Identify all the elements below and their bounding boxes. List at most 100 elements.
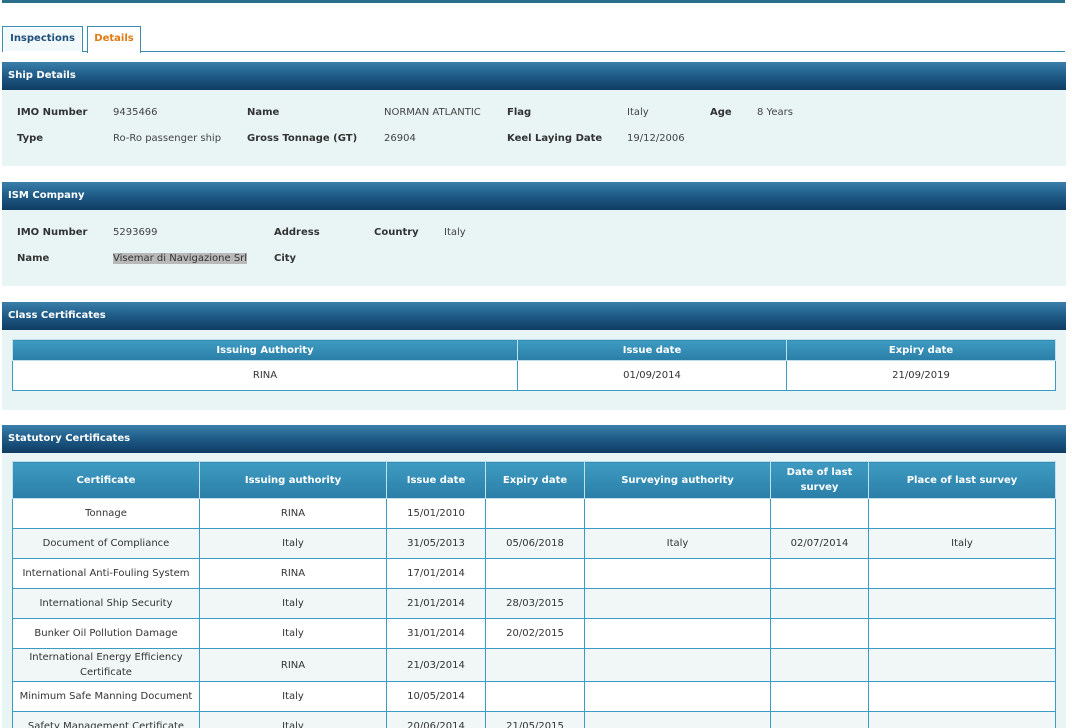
table-cell xyxy=(584,681,771,712)
table-cell xyxy=(584,588,771,619)
table-cell xyxy=(584,648,771,682)
table-cell xyxy=(868,648,1056,682)
table-row: Tonnage RINA 15/01/2010 xyxy=(12,498,1056,529)
ship-gt-value: 26904 xyxy=(384,133,416,144)
table-cell xyxy=(770,618,869,649)
table-cell: RINA xyxy=(12,360,518,391)
table-cell: 02/07/2014 xyxy=(770,528,869,559)
table-cell: Minimum Safe Manning Document xyxy=(12,681,200,712)
table-cell: 21/03/2014 xyxy=(386,648,486,682)
table-cell: 21/09/2019 xyxy=(786,360,1056,391)
table-cell xyxy=(868,711,1056,728)
table-cell: International Ship Security xyxy=(12,588,200,619)
table-cell: 01/09/2014 xyxy=(517,360,787,391)
column-header: Issue date xyxy=(517,339,787,361)
ship-imo-label: IMO Number xyxy=(17,107,88,118)
tab-inspections[interactable]: Inspections xyxy=(2,26,83,52)
table-cell xyxy=(868,618,1056,649)
class-certificates-header: Class Certificates xyxy=(2,302,1066,330)
table-cell xyxy=(770,558,869,589)
table-cell: Italy xyxy=(868,528,1056,559)
ship-keel-label: Keel Laying Date xyxy=(507,133,603,144)
table-cell xyxy=(770,711,869,728)
ism-name-value[interactable]: Visemar di Navigazione Srl xyxy=(113,253,248,264)
table-cell: Italy xyxy=(199,528,387,559)
ship-age-value: 8 Years xyxy=(757,107,793,118)
column-header: Date of last survey xyxy=(770,461,869,499)
ship-type-label: Type xyxy=(17,133,44,144)
column-header: Issuing Authority xyxy=(12,339,518,361)
ism-country-label: Country xyxy=(374,227,419,238)
table-cell xyxy=(485,558,585,589)
ship-name-value: NORMAN ATLANTIC xyxy=(384,107,481,118)
ship-flag-label: Flag xyxy=(507,107,532,118)
table-header-row: Issuing Authority Issue date Expiry date xyxy=(12,339,1056,361)
column-header: Surveying authority xyxy=(584,461,771,499)
ship-keel-value: 19/12/2006 xyxy=(627,133,685,144)
ism-country-value: Italy xyxy=(444,227,466,238)
table-cell: Italy xyxy=(199,681,387,712)
statutory-certificates-table: Certificate Issuing authority Issue date… xyxy=(12,461,1056,728)
table-cell: 21/05/2015 xyxy=(485,711,585,728)
column-header: Issue date xyxy=(386,461,486,499)
table-cell: Italy xyxy=(199,711,387,728)
table-row: Bunker Oil Pollution Damage Italy 31/01/… xyxy=(12,618,1056,649)
table-row: Document of Compliance Italy 31/05/2013 … xyxy=(12,528,1056,559)
table-row: Safety Management Certificate Italy 20/0… xyxy=(12,711,1056,728)
ism-company-header: ISM Company xyxy=(2,182,1066,210)
table-cell: Tonnage xyxy=(12,498,200,529)
ship-flag-value: Italy xyxy=(627,107,649,118)
ism-imo-value: 5293699 xyxy=(113,227,158,238)
ism-city-label: City xyxy=(274,253,297,264)
table-row: International Ship Security Italy 21/01/… xyxy=(12,588,1056,619)
class-certificates-table: Issuing Authority Issue date Expiry date… xyxy=(12,339,1056,391)
ship-imo-value: 9435466 xyxy=(113,107,158,118)
ship-type-value: Ro-Ro passenger ship xyxy=(113,133,222,144)
table-cell xyxy=(770,498,869,529)
table-cell: 15/01/2010 xyxy=(386,498,486,529)
ism-name-label: Name xyxy=(17,253,50,264)
table-cell xyxy=(485,681,585,712)
ship-details-header: Ship Details xyxy=(2,62,1066,90)
table-cell: RINA xyxy=(199,498,387,529)
column-header: Issuing authority xyxy=(199,461,387,499)
table-cell xyxy=(770,588,869,619)
tab-details[interactable]: Details xyxy=(87,26,141,53)
table-row: RINA 01/09/2014 21/09/2019 xyxy=(12,360,1056,391)
ism-company-panel: IMO Number 5293699 Address Country Italy… xyxy=(2,210,1066,286)
table-cell: 31/05/2013 xyxy=(386,528,486,559)
table-cell xyxy=(584,558,771,589)
table-row: Minimum Safe Manning Document Italy 10/0… xyxy=(12,681,1056,712)
table-cell: RINA xyxy=(199,648,387,682)
column-header: Expiry date xyxy=(786,339,1056,361)
column-header: Expiry date xyxy=(485,461,585,499)
table-cell: 17/01/2014 xyxy=(386,558,486,589)
table-cell xyxy=(584,711,771,728)
ism-imo-label: IMO Number xyxy=(17,227,88,238)
ship-name-label: Name xyxy=(247,107,280,118)
top-rule xyxy=(2,0,1065,3)
table-cell: 20/06/2014 xyxy=(386,711,486,728)
table-cell xyxy=(770,681,869,712)
table-cell: 21/01/2014 xyxy=(386,588,486,619)
table-cell xyxy=(770,648,869,682)
table-cell: Italy xyxy=(199,588,387,619)
table-header-row: Certificate Issuing authority Issue date… xyxy=(12,461,1056,499)
column-header: Certificate xyxy=(12,461,200,499)
table-cell: Italy xyxy=(584,528,771,559)
table-cell xyxy=(868,588,1056,619)
table-cell xyxy=(584,498,771,529)
table-cell xyxy=(584,618,771,649)
table-cell xyxy=(485,498,585,529)
ship-age-label: Age xyxy=(710,107,732,118)
ship-details-panel: IMO Number 9435466 Name NORMAN ATLANTIC … xyxy=(2,90,1066,166)
table-cell: International Anti-Fouling System xyxy=(12,558,200,589)
table-cell: 31/01/2014 xyxy=(386,618,486,649)
statutory-certificates-header: Statutory Certificates xyxy=(2,425,1066,453)
table-cell: Italy xyxy=(199,618,387,649)
table-cell xyxy=(868,681,1056,712)
table-cell: 10/05/2014 xyxy=(386,681,486,712)
table-cell: 20/02/2015 xyxy=(485,618,585,649)
table-cell: Document of Compliance xyxy=(12,528,200,559)
table-cell: Safety Management Certificate xyxy=(12,711,200,728)
